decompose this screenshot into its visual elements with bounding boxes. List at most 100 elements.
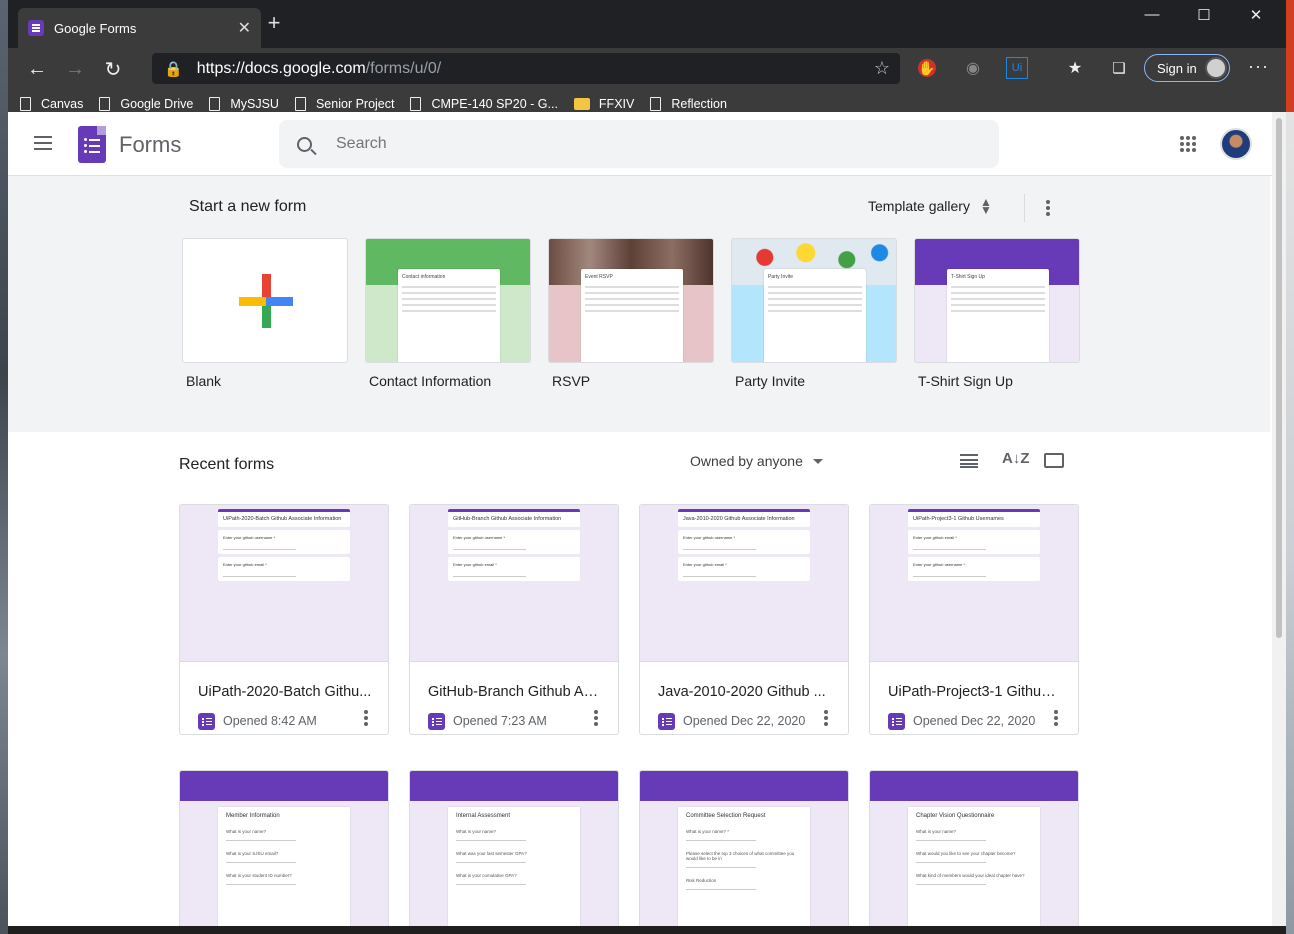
forward-icon[interactable]: → <box>56 58 94 81</box>
back-icon[interactable]: ← <box>18 58 56 81</box>
more-options-icon[interactable] <box>1046 200 1050 204</box>
bookmark-google-drive[interactable]: Google Drive <box>99 96 193 111</box>
recent-form-card[interactable]: Committee Selection Request What is your… <box>639 770 849 926</box>
bookmark-cmpe140[interactable]: CMPE-140 SP20 - G... <box>410 96 558 111</box>
recent-forms-title: Recent forms <box>179 456 275 473</box>
thumb-question-text: What would you like to see your chapter … <box>916 851 1016 856</box>
thumb-title: Party Invite <box>768 274 794 280</box>
new-tab-button[interactable]: + <box>260 10 288 36</box>
bookmark-senior-project[interactable]: Senior Project <box>294 96 394 111</box>
address-bar[interactable]: 🔒 https://docs.google.com /forms/u/0/ ☆ <box>152 53 900 84</box>
page-icon <box>20 96 31 111</box>
search-input[interactable] <box>336 135 936 153</box>
thumb-title: Committee Selection Request <box>686 813 766 819</box>
recent-form-card[interactable]: GitHub-Branch Github Associate Informati… <box>409 504 619 735</box>
refresh-icon[interactable]: ↻ <box>94 57 132 82</box>
thumb-line <box>585 304 679 306</box>
thumb-doc: Event RSVP <box>581 269 683 362</box>
open-file-picker-folder-icon[interactable] <box>1044 453 1064 468</box>
bookmark-mysjsu[interactable]: MySJSU <box>209 96 279 111</box>
search-bar[interactable] <box>279 120 999 168</box>
thumb-title: UiPath-2020-Batch Github Associate Infor… <box>223 516 342 522</box>
minimize-icon[interactable]: — <box>1126 6 1178 24</box>
thumb-question-text: Enter your github username * <box>453 535 506 540</box>
recent-form-card[interactable]: Internal Assessment What is your name? W… <box>409 770 619 926</box>
card-more-options-icon[interactable] <box>824 710 828 714</box>
thumb-question-text: What is your cumulative GPA? <box>456 873 517 878</box>
close-window-icon[interactable]: ✕ <box>1230 6 1282 24</box>
form-thumbnail: UiPath-Project3-1 Github Usernames Enter… <box>870 505 1078 662</box>
app-name[interactable]: Forms <box>119 132 181 158</box>
thumb-doc: Member Information What is your name? Wh… <box>218 807 350 926</box>
thumb-line <box>951 298 1045 300</box>
recent-form-card[interactable]: UiPath-Project3-1 Github Usernames Enter… <box>869 504 1079 735</box>
template-contact-information[interactable]: Contact information Contact Information <box>365 238 531 389</box>
main-menu-icon[interactable] <box>34 136 52 138</box>
thumb-doc: Internal Assessment What is your name? W… <box>448 807 580 926</box>
search-icon[interactable] <box>297 136 312 152</box>
thumb-doc: UiPath-Project3-1 Github Usernames Enter… <box>908 509 1040 584</box>
template-gallery-label: Template gallery <box>868 198 970 214</box>
sign-in-button[interactable]: Sign in <box>1144 54 1230 82</box>
bookmark-ffxiv[interactable]: FFXIV <box>573 97 634 111</box>
template-tshirt-sign-up[interactable]: T-Shirt Sign Up T-Shirt Sign Up <box>914 238 1080 389</box>
owner-filter-dropdown[interactable]: Owned by anyone <box>690 453 823 469</box>
uipath-extension-icon[interactable]: Ui <box>1006 57 1028 79</box>
maximize-icon[interactable]: ☐ <box>1178 6 1230 24</box>
template-rsvp[interactable]: Event RSVP RSVP <box>548 238 714 389</box>
owner-filter-label: Owned by anyone <box>690 453 803 469</box>
browser-menu-icon[interactable]: ··· <box>1248 56 1269 77</box>
thumb-question-text: What is your student ID number? <box>226 873 292 878</box>
collections-icon[interactable]: ❏ <box>1108 57 1130 79</box>
opened-time: Opened 7:23 AM <box>453 714 547 728</box>
recent-form-card[interactable]: Java-2010-2020 Github Associate Informat… <box>639 504 849 735</box>
template-thumbnail: T-Shirt Sign Up <box>914 238 1080 363</box>
scrollbar-thumb[interactable] <box>1276 118 1282 638</box>
template-party-invite[interactable]: Party Invite Party Invite <box>731 238 897 389</box>
thumb-line <box>402 298 496 300</box>
bookmark-canvas[interactable]: Canvas <box>20 96 83 111</box>
bookmark-label: Reflection <box>671 96 727 111</box>
card-more-options-icon[interactable] <box>594 710 598 714</box>
thumb-line <box>402 286 496 288</box>
favorite-star-icon[interactable]: ☆ <box>874 58 890 79</box>
forms-file-icon <box>658 712 675 730</box>
thumb-line <box>456 840 526 841</box>
thumb-title: T-Shirt Sign Up <box>951 274 985 280</box>
recent-form-card[interactable]: Member Information What is your name? Wh… <box>179 770 389 926</box>
template-blank[interactable]: Blank <box>182 238 348 389</box>
thumb-question-text: What kind of members would your ideal ch… <box>916 873 1025 878</box>
tab-close-icon[interactable]: ✕ <box>238 18 251 38</box>
forms-page: Forms Start a new form Template gallery … <box>8 112 1286 926</box>
plus-icon-horizontal <box>239 297 293 306</box>
page-scrollbar[interactable] <box>1272 112 1286 926</box>
bookmark-reflection[interactable]: Reflection <box>650 96 727 111</box>
github-extension-icon[interactable]: ◉ <box>962 57 984 79</box>
opened-time: Opened Dec 22, 2020 <box>683 714 806 728</box>
card-more-options-icon[interactable] <box>364 710 368 714</box>
form-name: Java-2010-2020 Github ... <box>658 684 826 700</box>
google-apps-icon[interactable] <box>1180 136 1184 140</box>
desktop-wallpaper-left <box>0 0 8 934</box>
thumb-line <box>768 310 862 312</box>
template-gallery-button[interactable]: Template gallery ▲ ▼ <box>868 196 992 216</box>
forms-logo-icon[interactable] <box>78 126 106 163</box>
adblock-extension-icon[interactable]: ✋ <box>918 59 936 77</box>
card-more-options-icon[interactable] <box>1054 710 1058 714</box>
thumb-line <box>683 576 757 577</box>
account-avatar[interactable] <box>1220 128 1252 160</box>
favorites-icon[interactable]: ★ <box>1064 57 1086 79</box>
form-name: GitHub-Branch Github As... <box>428 684 603 700</box>
thumb-question-text: Enter your github email * <box>223 562 267 567</box>
thumb-line <box>768 286 862 288</box>
sort-az-icon[interactable]: A↓Z <box>1002 450 1030 467</box>
thumb-question-text: What is your SJSU email? <box>226 851 279 856</box>
thumb-line <box>916 884 986 885</box>
form-thumbnail: GitHub-Branch Github Associate Informati… <box>410 505 618 662</box>
thumb-line <box>223 576 297 577</box>
list-view-icon[interactable] <box>960 454 978 468</box>
opened-time: Opened 8:42 AM <box>223 714 317 728</box>
active-tab[interactable]: Google Forms ✕ <box>18 8 261 48</box>
recent-form-card[interactable]: Chapter Vision Questionnaire What is you… <box>869 770 1079 926</box>
recent-form-card[interactable]: UiPath-2020-Batch Github Associate Infor… <box>179 504 389 735</box>
